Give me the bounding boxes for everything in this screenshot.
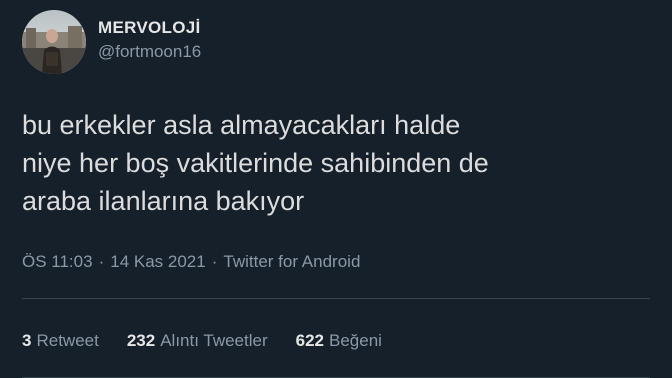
retweets-count: 3 (22, 331, 32, 350)
tweet-stats: 3 Retweet 232 Alıntı Tweetler 622 Beğeni (22, 331, 410, 351)
divider (22, 298, 650, 299)
tweet-time[interactable]: ÖS 11:03 (22, 252, 93, 272)
tweet-header: MERVOLOJİ @fortmoon16 (22, 10, 201, 74)
avatar-photo (22, 10, 86, 74)
meta-separator: · (98, 252, 105, 271)
tweet-text-line: niye her boş vakitlerinde sahibinden de (22, 148, 489, 178)
meta-separator: · (211, 252, 218, 271)
tweet-text: bu erkekler asla almayacakları halde niy… (22, 106, 642, 220)
retweets-label: Retweet (36, 331, 99, 350)
quote-tweets-label: Alıntı Tweetler (160, 331, 268, 350)
likes-count: 622 (295, 331, 324, 350)
retweets-stat[interactable]: 3 Retweet (22, 331, 99, 351)
quote-tweets-stat[interactable]: 232 Alıntı Tweetler (127, 331, 268, 351)
tweet-card: MERVOLOJİ @fortmoon16 bu erkekler asla a… (0, 0, 672, 378)
tweet-text-line: bu erkekler asla almayacakları halde (22, 110, 461, 140)
user-names: MERVOLOJİ @fortmoon16 (98, 17, 201, 63)
tweet-meta: ÖS 11:03 · 14 Kas 2021 · Twitter for And… (22, 252, 360, 272)
quote-tweets-count: 232 (126, 331, 156, 350)
display-name[interactable]: MERVOLOJİ (98, 17, 201, 39)
avatar[interactable] (22, 10, 86, 74)
tweet-date[interactable]: 14 Kas 2021 (110, 252, 205, 272)
user-handle[interactable]: @fortmoon16 (98, 41, 201, 63)
tweet-source[interactable]: Twitter for Android (223, 252, 360, 272)
tweet-text-line: araba ilanlarına bakıyor (22, 186, 305, 216)
likes-label: Beğeni (329, 331, 382, 350)
likes-stat[interactable]: 622 Beğeni (296, 331, 382, 351)
